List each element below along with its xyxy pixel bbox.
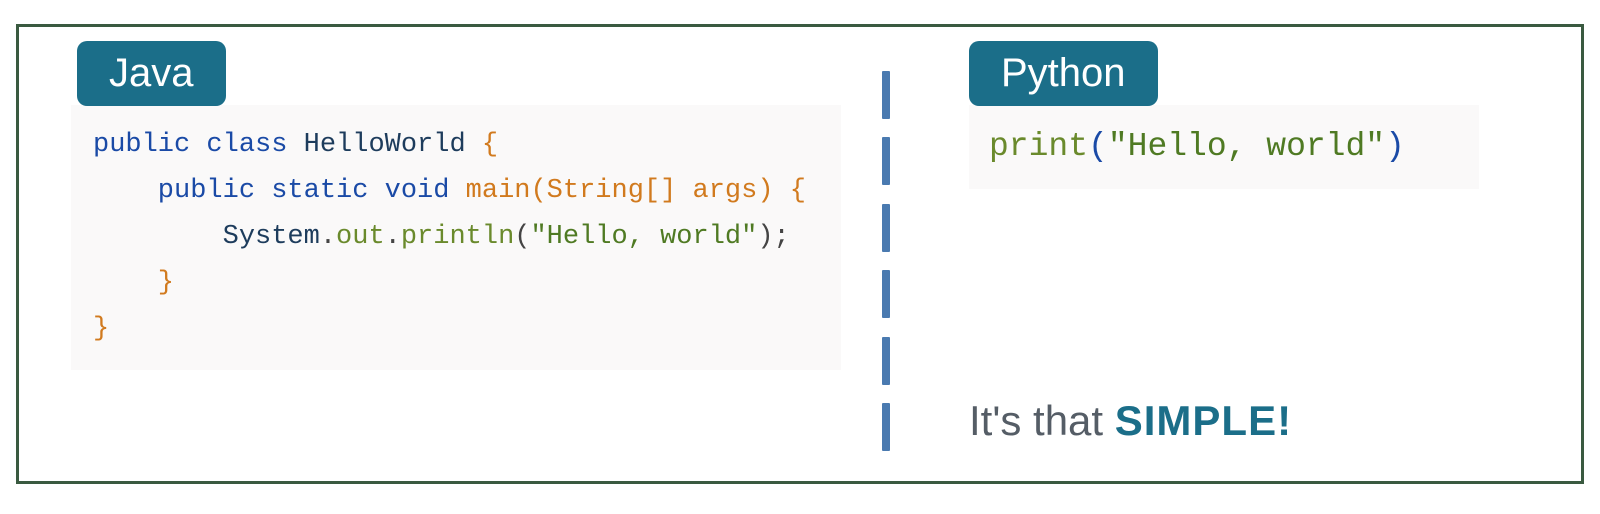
java-panel: Java public class HelloWorld { public st… <box>19 27 854 481</box>
code-token: "Hello, world" <box>530 222 757 252</box>
code-token: } <box>93 268 174 298</box>
code-token: println <box>401 222 514 252</box>
code-token: ( <box>1088 128 1108 165</box>
code-token: print <box>989 128 1088 165</box>
python-badge: Python <box>969 41 1158 106</box>
tagline-prefix: It's that <box>969 397 1115 444</box>
code-token: out <box>336 222 385 252</box>
java-badge: Java <box>77 41 226 106</box>
code-token: public <box>93 130 190 160</box>
code-token: public <box>93 176 255 206</box>
code-token: void <box>385 176 450 206</box>
java-code-block: public class HelloWorld { public static … <box>71 105 841 370</box>
code-token: { <box>466 130 498 160</box>
code-token: class <box>190 130 303 160</box>
code-token: . <box>320 222 336 252</box>
code-token: System <box>93 222 320 252</box>
code-token: . <box>385 222 401 252</box>
code-token: HelloWorld <box>304 130 466 160</box>
code-token: "Hello, world" <box>1108 128 1385 165</box>
code-token: } <box>93 314 109 344</box>
code-token: static <box>255 176 385 206</box>
code-token: ); <box>757 222 789 252</box>
python-code-block: print("Hello, world") <box>969 105 1479 189</box>
python-panel: Python print("Hello, world") It's that S… <box>927 27 1567 481</box>
tagline: It's that SIMPLE! <box>969 397 1292 445</box>
code-token: ) <box>1385 128 1405 165</box>
tagline-emphasis: SIMPLE! <box>1115 397 1292 444</box>
code-token: main(String[] args) { <box>449 176 805 206</box>
comparison-frame: Java public class HelloWorld { public st… <box>16 24 1584 484</box>
vertical-divider <box>882 71 890 451</box>
code-token: ( <box>514 222 530 252</box>
